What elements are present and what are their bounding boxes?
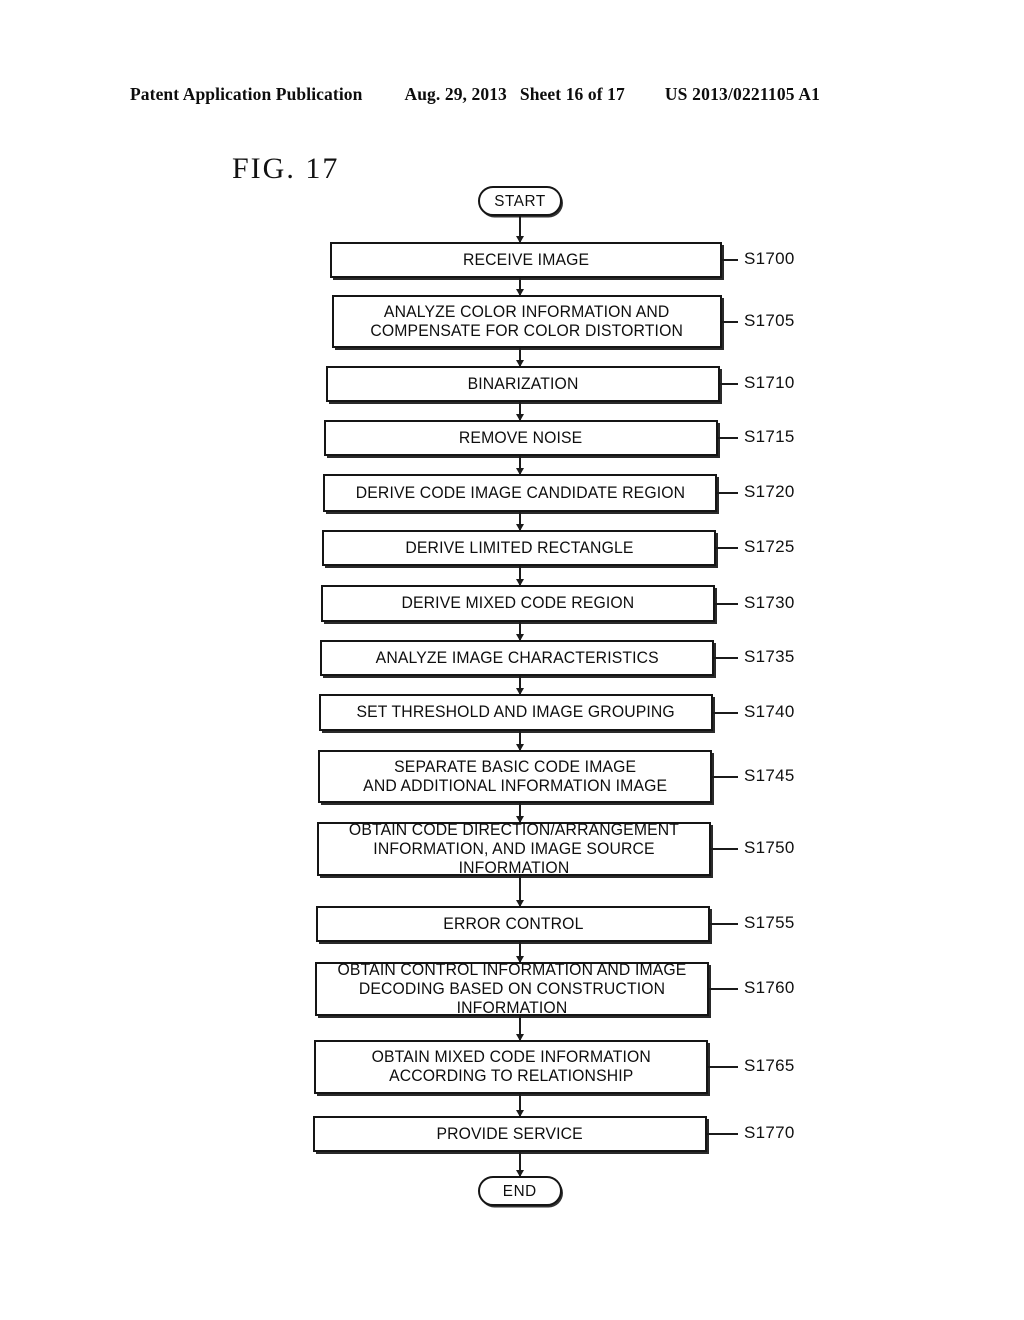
leader-s1730 [715, 602, 738, 605]
connector-s1705-to-s1710 [519, 348, 521, 366]
connector-s1730-to-s1735 [519, 622, 521, 640]
flow-step-s1740: SET THRESHOLD AND IMAGE GROUPING [319, 694, 713, 731]
leader-s1760 [709, 988, 738, 990]
flow-step-s1740-label: SET THRESHOLD AND IMAGE GROUPING [356, 703, 676, 721]
leader-s1745 [712, 775, 738, 778]
flow-step-s1710: BINARIZATION [326, 366, 720, 402]
connector-s1715-to-s1720 [519, 456, 521, 474]
flow-step-s1770: PROVIDE SERVICE [313, 1116, 707, 1152]
connector-s1725-to-s1730 [519, 566, 521, 585]
flow-step-s1735-label: ANALYZE IMAGE CHARACTERISTICS [375, 648, 659, 667]
flowchart-diagram: START RECEIVE IMAGE S1700 ANALYZE COLOR INF… [0, 0, 1024, 1320]
step-ref-s1710: S1710 [744, 373, 795, 392]
flow-step-s1715-label: REMOVE NOISE [459, 428, 583, 447]
flow-step-s1745-label: SEPARATE BASIC CODE IMAGE AND ADDITIONAL… [362, 757, 667, 795]
step-ref-s1740: S1740 [744, 701, 795, 721]
connector-s1700-to-s1705 [519, 278, 521, 295]
step-ref-s1730: S1730 [744, 592, 795, 612]
flow-step-s1715: REMOVE NOISE [324, 420, 718, 456]
leader-s1720 [717, 492, 738, 494]
flow-step-s1720: DERIVE CODE IMAGE CANDIDATE REGION [323, 474, 717, 512]
flow-step-s1735: ANALYZE IMAGE CHARACTERISTICS [320, 640, 714, 676]
leader-s1750 [711, 848, 738, 850]
connector-s1765-to-s1770 [519, 1094, 521, 1116]
flow-step-s1745: SEPARATE BASIC CODE IMAGE AND ADDITIONAL… [318, 750, 712, 803]
flow-step-s1725: DERIVE LIMITED RECTANGLE [322, 530, 716, 566]
step-ref-s1700: S1700 [744, 249, 795, 268]
flow-step-s1755: ERROR CONTROL [316, 906, 710, 942]
connector-s1760-to-s1765 [519, 1016, 521, 1040]
leader-s1705 [722, 320, 738, 323]
connector-s1745-to-s1750 [519, 803, 521, 822]
connector-s1720-to-s1725 [519, 512, 521, 530]
flow-step-s1705-label: ANALYZE COLOR INFORMATION AND COMPENSATE… [370, 302, 684, 340]
leader-s1770 [707, 1133, 738, 1135]
flow-step-s1700: RECEIVE IMAGE [330, 242, 722, 278]
connector-s1770-to-end [519, 1152, 521, 1176]
leader-s1740 [713, 711, 738, 714]
flow-step-s1755-label: ERROR CONTROL [442, 914, 584, 933]
flow-step-s1700-label: RECEIVE IMAGE [462, 250, 590, 269]
flow-step-s1730: DERIVE MIXED CODE REGION [321, 585, 715, 622]
flow-step-s1725-label: DERIVE LIMITED RECTANGLE [404, 538, 634, 557]
flow-end-terminal-label: END [503, 1182, 537, 1200]
step-ref-s1770: S1770 [744, 1123, 795, 1142]
connector-s1735-to-s1740 [519, 676, 521, 694]
flow-step-s1760-label: OBTAIN CONTROL INFORMATION AND IMAGE DEC… [337, 960, 687, 1017]
leader-s1735 [714, 657, 738, 659]
connector-start-to-step-1 [519, 216, 521, 242]
step-ref-s1755: S1755 [744, 913, 795, 932]
step-ref-s1745: S1745 [744, 765, 795, 785]
flow-step-s1765: OBTAIN MIXED CODE INFORMATION ACCORDING … [314, 1040, 708, 1094]
leader-s1700 [722, 259, 738, 261]
step-ref-s1765: S1765 [744, 1056, 795, 1075]
leader-s1765 [708, 1066, 738, 1068]
leader-s1755 [710, 923, 738, 925]
step-ref-s1735: S1735 [744, 647, 795, 666]
flow-step-s1765-label: OBTAIN MIXED CODE INFORMATION ACCORDING … [371, 1048, 651, 1085]
leader-s1725 [716, 547, 738, 549]
flow-step-s1710-label: BINARIZATION [467, 374, 579, 393]
flow-step-s1750-label: OBTAIN CODE DIRECTION/ARRANGEMENT INFORM… [348, 820, 680, 877]
flow-step-s1770-label: PROVIDE SERVICE [436, 1124, 584, 1143]
connector-s1755-to-s1760 [519, 942, 521, 962]
flow-step-s1730-label: DERIVE MIXED CODE REGION [401, 594, 635, 612]
step-ref-s1750: S1750 [744, 838, 795, 857]
step-ref-s1715: S1715 [744, 427, 795, 446]
leader-s1715 [718, 437, 738, 439]
flow-step-s1750: OBTAIN CODE DIRECTION/ARRANGEMENT INFORM… [317, 820, 711, 877]
flow-step-s1705: ANALYZE COLOR INFORMATION AND COMPENSATE… [332, 295, 722, 348]
step-ref-s1760: S1760 [744, 978, 795, 997]
step-ref-s1705: S1705 [744, 310, 795, 330]
flow-start-terminal-label: START [494, 192, 546, 210]
flow-step-s1760: OBTAIN CONTROL INFORMATION AND IMAGE DEC… [315, 960, 709, 1017]
flow-start-terminal: START [478, 186, 562, 216]
connector-s1750-to-s1755 [519, 876, 521, 906]
connector-s1710-to-s1715 [519, 402, 521, 420]
step-ref-s1720: S1720 [744, 482, 795, 501]
connector-s1740-to-s1745 [519, 731, 521, 750]
step-ref-s1725: S1725 [744, 537, 795, 556]
leader-s1710 [720, 383, 738, 385]
flow-step-s1720-label: DERIVE CODE IMAGE CANDIDATE REGION [355, 483, 685, 502]
flow-end-terminal: END [478, 1176, 562, 1206]
